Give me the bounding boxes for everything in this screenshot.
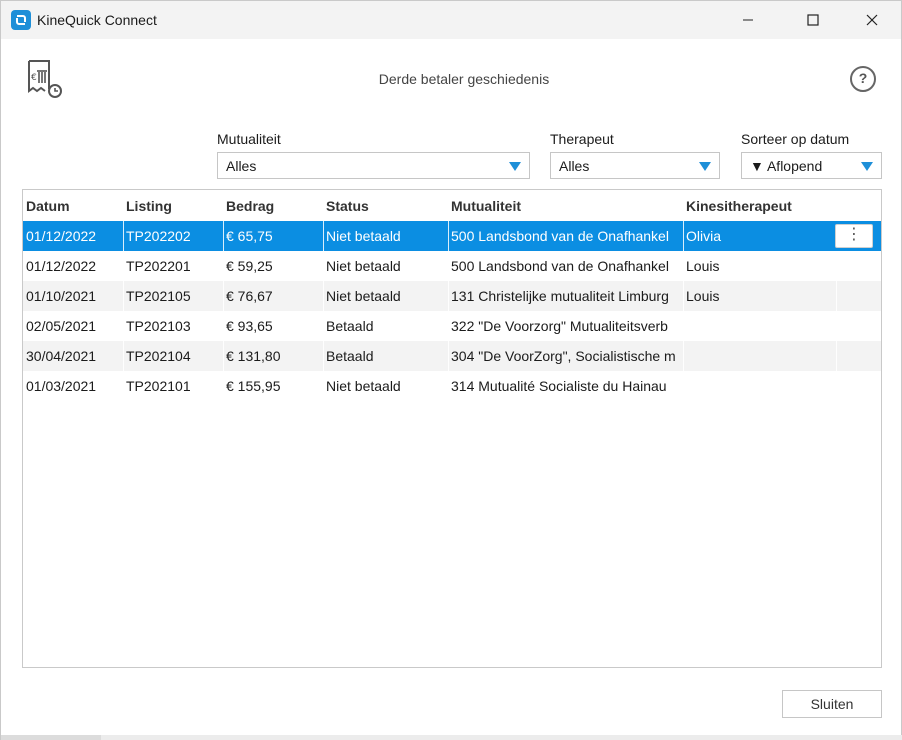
therapeut-select-value: Alles <box>559 158 590 174</box>
cell-listing: TP202201 <box>126 258 191 274</box>
page-title: Derde betaler geschiedenis <box>378 71 550 87</box>
table-row[interactable]: 01/12/2022 TP202201 € 59,25 Niet betaald… <box>23 251 881 281</box>
column-divider <box>223 221 224 251</box>
cell-datum: 01/10/2021 <box>26 288 97 304</box>
cell-status: Niet betaald <box>326 288 401 304</box>
mutualiteit-filter-label: Mutualiteit <box>217 131 281 147</box>
cell-bedrag: € 155,95 <box>226 378 281 394</box>
cell-mutualiteit: 500 Landsbond van de Onafhankel <box>451 258 669 274</box>
column-divider <box>448 341 449 371</box>
dropdown-arrow-icon <box>509 162 521 171</box>
cell-mutualiteit: 131 Christelijke mutualiteit Limburg <box>451 288 669 304</box>
column-header-datum[interactable]: Datum <box>26 198 70 214</box>
column-divider <box>123 281 124 311</box>
column-divider <box>323 341 324 371</box>
column-divider <box>836 281 837 311</box>
app-window: KineQuick Connect € Derde betaler geschi… <box>0 0 902 740</box>
cell-kinesitherapeut <box>686 378 826 396</box>
therapeut-select[interactable]: Alles <box>550 152 720 179</box>
cell-kinesitherapeut <box>686 348 826 366</box>
cell-bedrag: € 76,67 <box>226 288 273 304</box>
dropdown-arrow-icon <box>861 162 873 171</box>
mutualiteit-select-value: Alles <box>226 158 257 174</box>
cell-bedrag: € 131,80 <box>226 348 281 364</box>
close-window-button[interactable] <box>849 1 895 39</box>
column-divider <box>683 281 684 311</box>
mutualiteit-select[interactable]: Alles <box>217 152 530 179</box>
sort-filter-label: Sorteer op datum <box>741 131 850 147</box>
cell-kinesitherapeut: Louis <box>686 288 720 304</box>
table-row[interactable]: 02/05/2021 TP202103 € 93,65 Betaald 322 … <box>23 311 881 341</box>
dropdown-arrow-icon <box>699 162 711 171</box>
table-row[interactable]: 01/10/2021 TP202105 € 76,67 Niet betaald… <box>23 281 881 311</box>
column-header-status[interactable]: Status <box>326 198 369 214</box>
column-divider <box>448 281 449 311</box>
cell-listing: TP202105 <box>126 288 191 304</box>
cell-bedrag: € 59,25 <box>226 258 273 274</box>
cell-listing: TP202101 <box>126 378 191 394</box>
bottom-tab <box>1 735 101 740</box>
cell-listing: TP202202 <box>126 228 191 244</box>
minimize-button[interactable] <box>725 1 771 39</box>
app-logo-icon <box>11 10 31 30</box>
therapeut-filter-label: Therapeut <box>550 131 614 147</box>
cell-bedrag: € 65,75 <box>226 228 273 244</box>
close-button[interactable]: Sluiten <box>782 690 882 718</box>
column-divider <box>123 341 124 371</box>
title-bar[interactable]: KineQuick Connect <box>1 1 901 39</box>
column-divider <box>223 341 224 371</box>
table-row[interactable]: 01/03/2021 TP202101 € 155,95 Niet betaal… <box>23 371 881 401</box>
cell-kinesitherapeut: Olivia <box>686 228 722 244</box>
cell-datum: 02/05/2021 <box>26 318 97 334</box>
window-title: KineQuick Connect <box>37 12 157 28</box>
column-divider <box>323 281 324 311</box>
help-icon[interactable]: ? <box>850 66 876 92</box>
cell-datum: 30/04/2021 <box>26 348 97 364</box>
maximize-button[interactable] <box>790 1 836 39</box>
payment-history-table[interactable]: Datum Listing Bedrag Status Mutualiteit … <box>22 189 882 668</box>
table-header: Datum Listing Bedrag Status Mutualiteit … <box>23 190 881 221</box>
sort-select-value: ▼ Aflopend <box>750 158 823 174</box>
column-divider <box>123 221 124 251</box>
sort-select[interactable]: ▼ Aflopend <box>741 152 882 179</box>
column-divider <box>683 341 684 371</box>
cell-status: Niet betaald <box>326 378 401 394</box>
cell-status: Niet betaald <box>326 258 401 274</box>
column-divider <box>836 341 837 371</box>
column-divider <box>448 221 449 251</box>
more-options-icon[interactable]: ⋮ <box>835 224 873 248</box>
cell-datum: 01/03/2021 <box>26 378 97 394</box>
cell-kinesitherapeut: Louis <box>686 258 720 274</box>
column-divider <box>323 221 324 251</box>
cell-status: Betaald <box>326 348 374 364</box>
column-divider <box>683 221 684 251</box>
maximize-icon <box>807 14 819 26</box>
bottom-border <box>1 735 902 740</box>
cell-mutualiteit: 304 "De VoorZorg", Socialistische m <box>451 348 676 364</box>
table-row[interactable]: 30/04/2021 TP202104 € 131,80 Betaald 304… <box>23 341 881 371</box>
table-row[interactable]: 01/12/2022 TP202202 € 65,75 Niet betaald… <box>23 221 881 251</box>
cell-bedrag: € 93,65 <box>226 318 273 334</box>
column-divider <box>223 281 224 311</box>
cell-datum: 01/12/2022 <box>26 228 97 244</box>
close-icon <box>866 14 878 26</box>
column-header-kinesitherapeut[interactable]: Kinesitherapeut <box>686 198 792 214</box>
cell-listing: TP202103 <box>126 318 191 334</box>
column-header-bedrag[interactable]: Bedrag <box>226 198 274 214</box>
cell-status: Betaald <box>326 318 374 334</box>
minimize-icon <box>743 19 753 21</box>
cell-mutualiteit: 314 Mutualité Socialiste du Hainau <box>451 378 667 394</box>
column-header-mutualiteit[interactable]: Mutualiteit <box>451 198 521 214</box>
column-header-listing[interactable]: Listing <box>126 198 172 214</box>
cell-kinesitherapeut <box>686 318 826 336</box>
cell-listing: TP202104 <box>126 348 191 364</box>
cell-datum: 01/12/2022 <box>26 258 97 274</box>
cell-mutualiteit: 500 Landsbond van de Onafhankel <box>451 228 669 244</box>
cell-mutualiteit: 322 "De Voorzorg" Mutualiteitsverb <box>451 318 668 334</box>
cell-status: Niet betaald <box>326 228 401 244</box>
